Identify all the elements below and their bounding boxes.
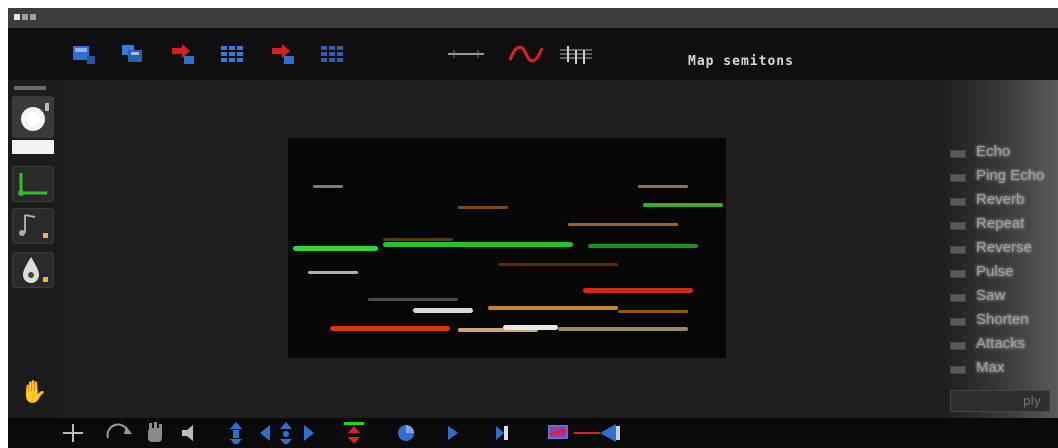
spectral-streak <box>568 223 678 226</box>
window-control-maximize[interactable] <box>30 14 36 20</box>
spectral-streak <box>618 310 688 313</box>
forward-icon[interactable] <box>444 422 462 444</box>
vertical-scroll-icon[interactable] <box>228 422 244 444</box>
wave-icon[interactable] <box>508 42 546 66</box>
monitor-icon[interactable] <box>544 422 574 444</box>
effect-item-repeat[interactable]: Repeat <box>946 214 1058 236</box>
effect-checkbox[interactable] <box>950 222 966 230</box>
spectral-streak <box>638 185 688 188</box>
effect-item-reverse[interactable]: Reverse <box>946 238 1058 260</box>
move-icon[interactable] <box>60 422 86 444</box>
apply-button[interactable]: ply <box>950 390 1050 412</box>
spectral-streak <box>583 288 693 293</box>
effect-label: Reverse <box>976 239 1032 256</box>
spectral-streak <box>368 298 458 301</box>
effect-item-shorten[interactable]: Shorten <box>946 310 1058 332</box>
spectral-streak <box>503 325 558 330</box>
spectral-streak <box>383 242 573 247</box>
red-arrow-icon-2[interactable] <box>270 42 296 66</box>
effect-label: Attacks <box>976 335 1026 352</box>
spectral-streak <box>383 238 453 241</box>
hand-icon[interactable]: ✋ <box>20 380 47 405</box>
effect-item-reverb[interactable]: Reverb <box>946 190 1058 212</box>
top-toolbar: Map semitons <box>8 28 1058 80</box>
pan-hand-icon[interactable] <box>142 422 168 444</box>
effect-checkbox[interactable] <box>950 366 966 374</box>
spectral-streak <box>330 326 450 331</box>
grid-icon-2[interactable] <box>320 42 346 66</box>
axes-icon[interactable] <box>12 166 54 202</box>
right-arrow-icon[interactable] <box>302 422 316 444</box>
map-semitons-label[interactable]: Map semitons <box>688 54 794 69</box>
fit-vertical-icon[interactable] <box>342 422 366 444</box>
spectrogram-canvas[interactable] <box>288 138 726 358</box>
effect-checkbox[interactable] <box>950 246 966 254</box>
drop-icon[interactable] <box>12 252 54 288</box>
bottom-toolbar <box>8 418 1058 448</box>
effect-item-attacks[interactable]: Attacks <box>946 334 1058 356</box>
title-bar <box>8 8 1058 29</box>
spectral-streak <box>488 306 618 310</box>
nav-cross-icon[interactable] <box>274 422 298 444</box>
app-window: Map semitons ✋ Echo Ping Echo Reverb Rep… <box>8 8 1058 448</box>
effect-checkbox[interactable] <box>950 270 966 278</box>
line-tool-icon[interactable] <box>446 42 486 66</box>
effect-checkbox[interactable] <box>950 342 966 350</box>
play-icon[interactable] <box>394 422 418 444</box>
effect-item-saw[interactable]: Saw <box>946 286 1058 308</box>
view-multi-icon[interactable] <box>120 42 146 66</box>
left-arrow-icon[interactable] <box>258 422 272 444</box>
effect-checkbox[interactable] <box>950 174 966 182</box>
spectral-streak <box>413 308 473 313</box>
window-control-minimize[interactable] <box>22 14 28 20</box>
spectral-streak <box>308 271 358 274</box>
red-arrow-icon[interactable] <box>170 42 196 66</box>
effect-checkbox[interactable] <box>950 318 966 326</box>
left-tool-panel: ✋ <box>8 80 58 418</box>
effect-item-echo[interactable]: Echo <box>946 142 1058 164</box>
effect-label: Repeat <box>976 215 1025 232</box>
view-single-icon[interactable] <box>70 42 96 66</box>
spectral-streak <box>498 263 618 266</box>
volume-icon[interactable] <box>574 422 624 444</box>
grid-icon[interactable] <box>220 42 246 66</box>
spectral-streak <box>558 327 688 331</box>
effect-item-max[interactable]: Max <box>946 358 1058 380</box>
effect-label: Shorten <box>976 311 1029 328</box>
effect-label: Saw <box>976 287 1006 304</box>
notes-icon[interactable] <box>558 42 594 66</box>
speaker-icon[interactable] <box>178 422 200 444</box>
spectral-streak <box>313 185 343 188</box>
panel-divider <box>14 86 46 90</box>
effect-label: Reverb <box>976 191 1025 208</box>
spectral-streak <box>588 244 698 248</box>
light-bulb-icon[interactable] <box>12 96 54 138</box>
effect-item-ping-echo[interactable]: Ping Echo <box>946 166 1058 188</box>
effect-label: Echo <box>976 143 1011 160</box>
effect-checkbox[interactable] <box>950 150 966 158</box>
effect-checkbox[interactable] <box>950 198 966 206</box>
spectral-streak <box>458 206 508 209</box>
effects-panel: Echo Ping Echo Reverb Repeat Reverse Pul… <box>940 80 1058 418</box>
spectral-streak <box>643 203 723 207</box>
rewind-end-icon[interactable] <box>492 422 514 444</box>
effect-label: Pulse <box>976 263 1014 280</box>
effect-item-pulse[interactable]: Pulse <box>946 262 1058 284</box>
spectral-streak <box>293 246 378 251</box>
color-swatch[interactable] <box>12 140 54 154</box>
effect-label: Max <box>976 359 1005 376</box>
effect-label: Ping Echo <box>976 167 1045 184</box>
music-note-icon[interactable] <box>12 208 54 244</box>
rotate-icon[interactable] <box>104 422 134 444</box>
window-control-close[interactable] <box>14 14 20 20</box>
effect-checkbox[interactable] <box>950 294 966 302</box>
